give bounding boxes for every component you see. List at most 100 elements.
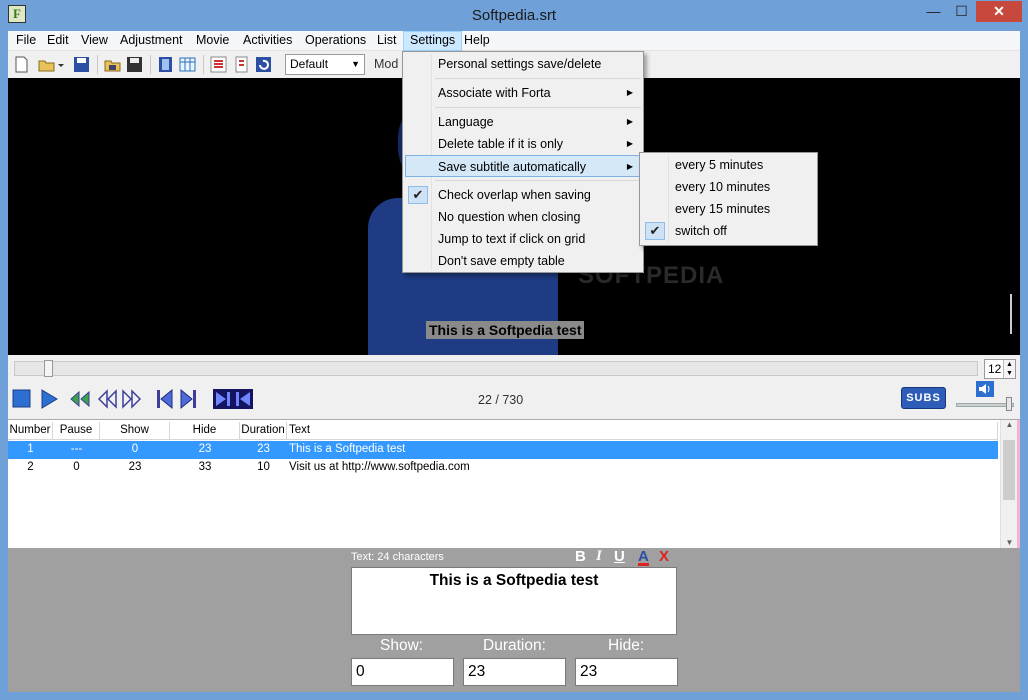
subs-button[interactable]: SUBS: [901, 387, 946, 409]
dropdown-arrow-icon[interactable]: [57, 56, 65, 73]
checkmark-icon: ✔: [645, 222, 665, 240]
style-select[interactable]: Default ▼: [285, 54, 365, 75]
menu-item-personal-settings[interactable]: Personal settings save/delete: [405, 53, 641, 75]
volume-thumb[interactable]: [1006, 397, 1012, 411]
submenu-arrow-icon: ▶: [626, 88, 633, 97]
scroll-thumb[interactable]: [1003, 440, 1015, 500]
menu-item-switch-off[interactable]: ✔ switch off: [642, 220, 815, 242]
menu-item-label: Associate with Forta: [438, 86, 551, 100]
menu-file[interactable]: File: [10, 31, 42, 51]
mark-out-icon[interactable]: [233, 388, 253, 410]
open-folder-icon[interactable]: [38, 56, 55, 73]
column-header[interactable]: Show: [100, 422, 170, 440]
table-row[interactable]: 1 --- 0 23 23 This is a Softpedia test: [8, 441, 998, 459]
menu-item-check-overlap[interactable]: ✔ Check overlap when saving: [405, 184, 641, 206]
cell-text: This is a Softpedia test: [289, 443, 406, 455]
menu-item-every-15-minutes[interactable]: every 15 minutes: [642, 198, 815, 220]
window-title: Softpedia.srt: [471, 7, 557, 24]
play-icon[interactable]: [39, 388, 59, 410]
hide-label: Hide:: [608, 637, 645, 654]
cell-duration: 23: [257, 443, 270, 455]
seek-bar[interactable]: [14, 361, 978, 376]
menu-item-no-question[interactable]: No question when closing: [405, 206, 641, 228]
hide-field[interactable]: 23: [575, 658, 678, 686]
menu-item-associate-forta[interactable]: Associate with Forta ▶: [405, 82, 641, 104]
font-color-button[interactable]: A: [638, 548, 649, 566]
scroll-down-icon[interactable]: ▼: [1001, 538, 1018, 547]
bold-button[interactable]: B: [575, 548, 586, 566]
open-movie-icon[interactable]: [104, 56, 121, 73]
undo-icon[interactable]: [255, 56, 272, 73]
menu-view[interactable]: View: [75, 31, 114, 51]
next-frame-icon[interactable]: [121, 388, 143, 410]
menu-settings[interactable]: Settings: [403, 31, 463, 51]
menu-edit[interactable]: Edit: [41, 31, 75, 51]
title-bar[interactable]: F Softpedia.srt — ☐ ✕: [0, 0, 1028, 31]
menu-item-jump-to-text[interactable]: Jump to text if click on grid: [405, 228, 641, 250]
menu-item-language[interactable]: Language ▶: [405, 111, 641, 133]
column-header[interactable]: Text: [287, 422, 998, 440]
seek-thumb[interactable]: [44, 360, 53, 377]
subtitle-table: Number Pause Show Hide Duration Text 1 -…: [8, 419, 1020, 548]
table-row[interactable]: 2 0 23 33 10 Visit us at http://www.soft…: [8, 459, 998, 477]
menu-item-every-10-minutes[interactable]: every 10 minutes: [642, 176, 815, 198]
menu-item-label: Save subtitle automatically: [438, 160, 586, 174]
cell-pause: ---: [70, 443, 83, 455]
chevron-down-icon: ▼: [351, 59, 360, 69]
mode-label: Mod: [374, 57, 399, 71]
splitter-edge: [1017, 420, 1020, 548]
menu-item-save-automatically[interactable]: Save subtitle automatically ▶: [405, 155, 641, 177]
menu-item-label: Don't save empty table: [438, 254, 565, 268]
menu-activities[interactable]: Activities: [237, 31, 298, 51]
show-field[interactable]: 0: [351, 658, 454, 686]
clear-format-button[interactable]: X: [659, 548, 669, 566]
column-header[interactable]: Duration: [240, 422, 287, 440]
prev-frame-icon[interactable]: [97, 388, 119, 410]
autosave-submenu: every 5 minutes every 10 minutes every 1…: [639, 152, 818, 246]
subtitle-caption: This is a Softpedia test: [426, 321, 585, 339]
close-button[interactable]: ✕: [976, 1, 1022, 22]
column-header[interactable]: Pause: [53, 422, 100, 440]
mark-in-icon[interactable]: [213, 388, 233, 410]
volume-icon[interactable]: [976, 381, 994, 397]
underline-button[interactable]: U: [614, 548, 625, 566]
menu-operations[interactable]: Operations: [299, 31, 372, 51]
cell-show: 0: [131, 443, 139, 455]
video-edge-handle: [1010, 294, 1018, 334]
save-as-icon[interactable]: [126, 56, 143, 73]
menu-item-dont-save-empty[interactable]: Don't save empty table: [405, 250, 641, 272]
menu-item-delete-table[interactable]: Delete table if it is only ▶: [405, 133, 641, 155]
go-start-icon[interactable]: [156, 388, 174, 410]
list-icon[interactable]: [210, 56, 227, 73]
table-scrollbar[interactable]: ▲ ▼: [1000, 420, 1017, 548]
new-file-icon[interactable]: [13, 56, 30, 73]
stop-icon[interactable]: [12, 388, 32, 410]
italic-button[interactable]: I: [596, 548, 602, 566]
film-icon[interactable]: [157, 56, 174, 73]
go-end-icon[interactable]: [179, 388, 197, 410]
menu-item-every-5-minutes[interactable]: every 5 minutes: [642, 154, 815, 176]
cell-duration: 10: [257, 461, 270, 473]
menu-help[interactable]: Help: [458, 31, 496, 51]
menu-list[interactable]: List: [371, 31, 402, 51]
zoom-stepper[interactable]: 12 ▲ ▼: [984, 359, 1016, 379]
menu-item-label: switch off: [675, 224, 727, 238]
maximize-button[interactable]: ☐: [948, 1, 975, 22]
step-icon[interactable]: [70, 388, 94, 410]
duration-field[interactable]: 23: [463, 658, 566, 686]
menu-bar: File Edit View Adjustment Movie Activiti…: [8, 31, 1020, 51]
menu-separator: [435, 180, 641, 181]
subtitle-text-input[interactable]: This is a Softpedia test: [351, 567, 677, 635]
show-label: Show:: [380, 637, 424, 654]
column-header[interactable]: Number: [8, 422, 53, 440]
save-icon[interactable]: [73, 56, 90, 73]
column-header[interactable]: Hide: [170, 422, 240, 440]
table-icon[interactable]: [179, 56, 196, 73]
scroll-up-icon[interactable]: ▲: [1001, 420, 1018, 429]
minimize-button[interactable]: —: [920, 1, 947, 22]
menu-item-label: Check overlap when saving: [438, 188, 591, 202]
spin-buttons[interactable]: ▲ ▼: [1003, 360, 1015, 378]
menu-movie[interactable]: Movie: [190, 31, 235, 51]
list-small-icon[interactable]: [233, 56, 250, 73]
menu-adjustment[interactable]: Adjustment: [114, 31, 189, 51]
